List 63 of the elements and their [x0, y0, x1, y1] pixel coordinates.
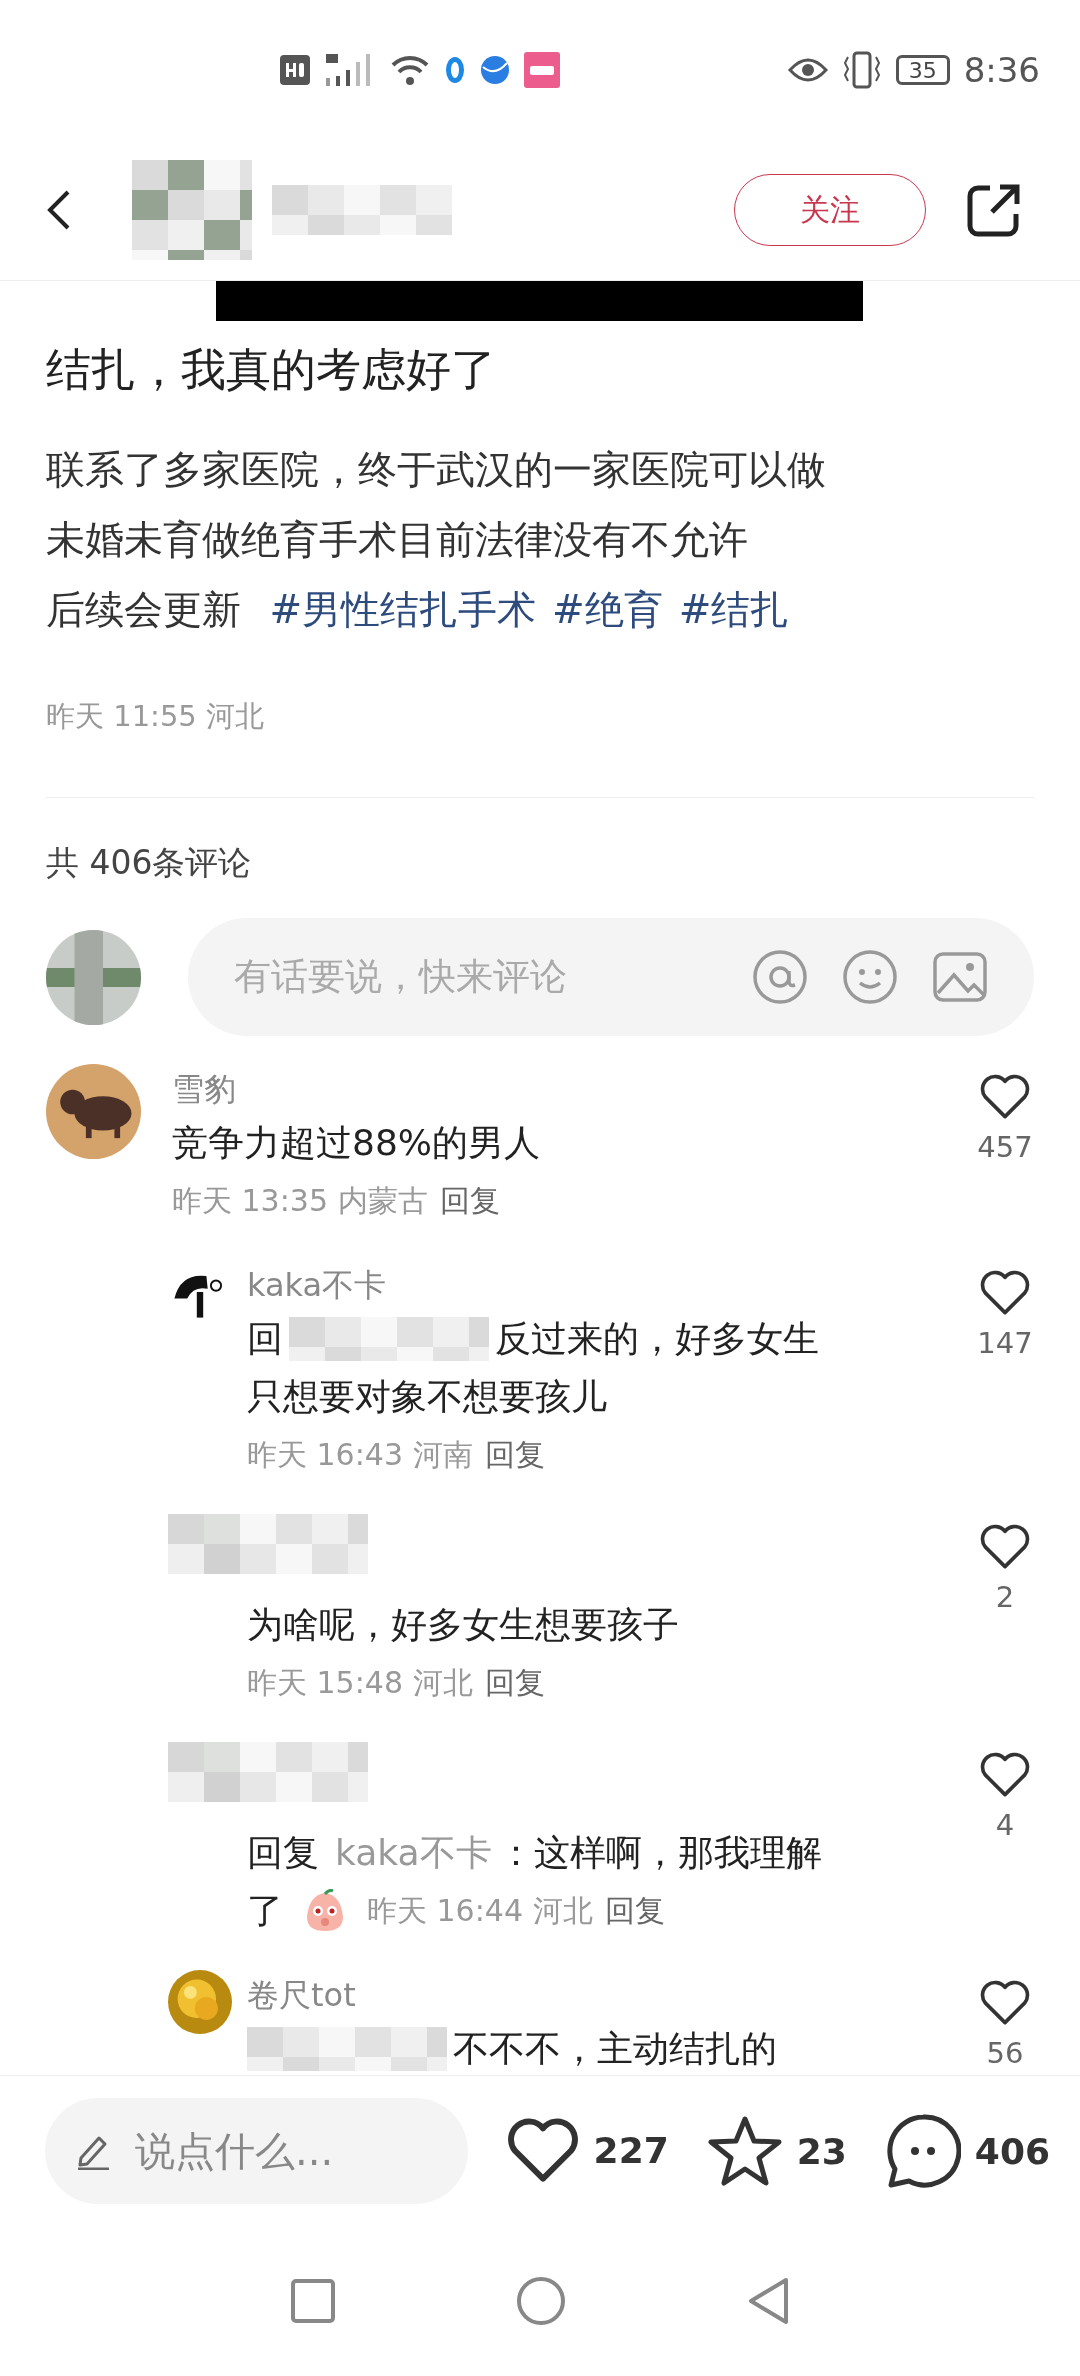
app-icon — [444, 55, 466, 85]
username[interactable]: kaka不卡 — [247, 1260, 960, 1310]
comment-text: 回复 — [247, 1831, 319, 1875]
comment-text: 不不不，主动结扎的 — [453, 2027, 777, 2071]
smiley-icon[interactable] — [842, 949, 898, 1005]
comment-text: 了 — [247, 1889, 283, 1933]
comment-date: 昨天 16:44 河北 — [367, 1892, 593, 1930]
star-icon[interactable] — [706, 2115, 783, 2187]
back-icon[interactable] — [46, 189, 72, 231]
comment-date: 昨天 13:35 内蒙古 — [172, 1182, 428, 1220]
username[interactable]: 雪豹 — [172, 1064, 960, 1114]
reply-link[interactable]: 回复 — [598, 1890, 665, 1932]
heart-icon[interactable] — [979, 1270, 1031, 1316]
username[interactable]: 卷尺tot — [247, 1970, 960, 2020]
post-title: 结扎，我真的考虑好了 — [46, 342, 497, 398]
comment-text: ：这样啊，那我理解 — [497, 1831, 822, 1875]
wifi-icon — [390, 53, 430, 87]
battery-icon: 35 — [895, 55, 950, 85]
like-count: 147 — [977, 1325, 1033, 1360]
post-text: 未婚未育做绝育手术目前法律没有不允许 — [46, 516, 749, 564]
globe-icon — [480, 55, 510, 85]
post-text: 后续会更新 — [46, 587, 241, 632]
comment-text: 只想要对象不想要孩儿 — [247, 1375, 607, 1419]
like-count: 227 — [593, 2130, 669, 2172]
comment-field[interactable]: 说点什么... — [45, 2098, 468, 2204]
like-count: 2 — [995, 1579, 1015, 1614]
share-icon[interactable] — [966, 182, 1022, 238]
like-count: 457 — [977, 1129, 1033, 1164]
vibrate-icon — [841, 51, 882, 89]
reply-link[interactable]: 回复 — [478, 1662, 545, 1704]
comment-icon[interactable] — [884, 2113, 961, 2189]
follow-button[interactable]: 关注 — [734, 174, 926, 246]
post-date: 昨天 11:55 河北 — [46, 698, 265, 735]
app-icon — [524, 52, 560, 88]
hashtag-link[interactable]: #绝育 — [552, 587, 663, 632]
comment-date: 昨天 15:48 河北 — [247, 1664, 473, 1702]
image-icon[interactable] — [932, 949, 988, 1005]
at-icon[interactable] — [752, 949, 808, 1005]
eye-icon — [787, 56, 828, 84]
hashtag-link[interactable]: #男性结扎手术 — [269, 587, 537, 632]
heart-icon[interactable] — [505, 2118, 580, 2184]
comment-text: 反过来的，好多女生 — [495, 1317, 819, 1361]
like-count: 56 — [986, 2035, 1024, 2070]
home-icon[interactable] — [516, 2276, 566, 2326]
heart-icon[interactable] — [979, 1980, 1031, 2026]
star-count: 23 — [796, 2130, 847, 2172]
post-text: 联系了多家医院，终于武汉的一家医院可以做 — [46, 446, 827, 494]
comment-text: 竞争力超过88%的男人 — [172, 1121, 540, 1165]
recents-icon[interactable] — [290, 2278, 336, 2324]
like-count: 4 — [995, 1807, 1015, 1842]
heart-icon[interactable] — [979, 1752, 1031, 1798]
hd-icon — [280, 55, 310, 85]
comment-text: 为啥呢，好多女生想要孩子 — [247, 1603, 679, 1647]
comment-text: 回 — [247, 1317, 283, 1361]
reply-link[interactable]: 回复 — [433, 1180, 500, 1222]
comment-date: 昨天 16:43 河南 — [247, 1436, 473, 1474]
comment-count: 共 406条评论 — [45, 842, 253, 884]
hashtag-link[interactable]: #结扎 — [678, 587, 790, 632]
heart-icon[interactable] — [979, 1074, 1031, 1120]
clock-time: 8:36 — [963, 50, 1040, 90]
reply-link[interactable]: 回复 — [478, 1434, 545, 1476]
comment-count: 406 — [974, 2130, 1050, 2172]
heart-icon[interactable] — [979, 1524, 1031, 1570]
